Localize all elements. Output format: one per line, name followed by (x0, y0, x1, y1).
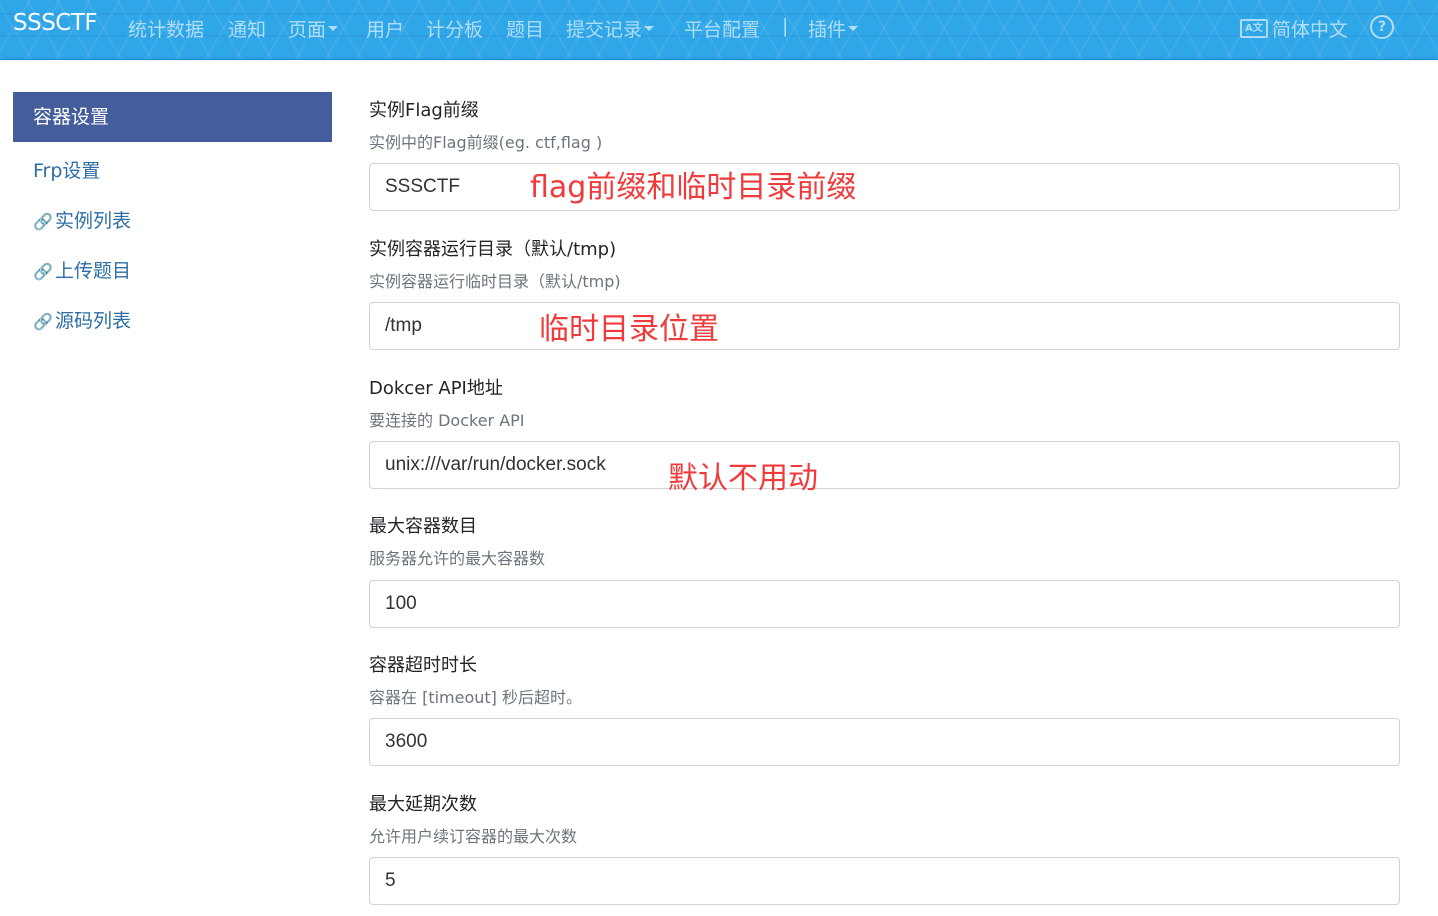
sidebar-item-container-settings[interactable]: 容器设置 (13, 92, 332, 142)
container-dir-label: 实例容器运行目录（默认/tmp) (369, 239, 617, 260)
sidebar-item-label: 实例列表 (55, 210, 132, 232)
sidebar-item-upload-challenge[interactable]: 🔗 上传题目 (33, 256, 131, 283)
link-icon: 🔗 (33, 312, 53, 331)
max-containers-help: 服务器允许的最大容器数 (369, 549, 546, 568)
nav-item-pages-label: 页面 (288, 19, 327, 41)
nav-item-challenges[interactable]: 题目 (506, 15, 544, 42)
docker-api-input[interactable] (369, 441, 1400, 489)
sidebar-item-source-list[interactable]: 🔗 源码列表 (33, 306, 131, 333)
help-circle-icon[interactable]: ? (1370, 15, 1394, 39)
max-renewals-label: 最大延期次数 (369, 794, 477, 815)
chevron-down-icon (644, 26, 655, 31)
flag-prefix-label: 实例Flag前缀 (369, 100, 479, 121)
max-containers-input[interactable] (369, 580, 1400, 628)
sidebar-item-instance-list[interactable]: 🔗 实例列表 (33, 206, 131, 233)
translate-icon: A文 (1240, 19, 1268, 38)
container-timeout-input[interactable] (369, 718, 1400, 766)
container-timeout-label: 容器超时时长 (369, 655, 477, 676)
nav-item-plugins[interactable]: 插件 (808, 15, 859, 42)
nav-item-submissions[interactable]: 提交记录 (566, 15, 655, 42)
chevron-down-icon (328, 26, 339, 31)
nav-divider: | (782, 15, 789, 37)
annotation-flag-prefix: flag前缀和临时目录前缀 (530, 170, 857, 205)
max-renewals-input[interactable] (369, 857, 1400, 905)
language-selector[interactable]: A文 简体中文 (1240, 15, 1348, 42)
link-icon: 🔗 (33, 212, 53, 231)
container-dir-help: 实例容器运行临时目录（默认/tmp) (369, 272, 621, 291)
max-renewals-help: 允许用户续订容器的最大次数 (369, 827, 578, 846)
chevron-down-icon (848, 26, 859, 31)
nav-item-statistics[interactable]: 统计数据 (128, 15, 204, 42)
link-icon: 🔗 (33, 262, 53, 281)
sidebar-item-label: Frp设置 (33, 160, 101, 182)
flag-prefix-input[interactable] (369, 163, 1400, 211)
brand-logo[interactable]: SSSCTF (13, 10, 98, 36)
flag-prefix-help: 实例中的Flag前缀(eg. ctf,flag ) (369, 133, 603, 152)
nav-item-submissions-label: 提交记录 (566, 19, 643, 41)
language-label: 简体中文 (1272, 19, 1349, 41)
docker-api-help: 要连接的 Docker API (369, 411, 525, 430)
container-timeout-help: 容器在 [timeout] 秒后超时。 (369, 688, 583, 707)
nav-item-config[interactable]: 平台配置 (684, 15, 760, 42)
sidebar-item-label: 源码列表 (55, 310, 132, 332)
container-dir-input[interactable] (369, 302, 1400, 350)
docker-api-label: Dokcer API地址 (369, 378, 503, 399)
nav-item-users[interactable]: 用户 (366, 15, 404, 42)
sidebar-item-label: 上传题目 (55, 260, 132, 282)
annotation-docker-default: 默认不用动 (668, 461, 818, 496)
nav-item-pages[interactable]: 页面 (288, 15, 339, 42)
annotation-tmp-dir: 临时目录位置 (539, 312, 719, 347)
nav-item-plugins-label: 插件 (808, 19, 847, 41)
sidebar-item-frp-settings[interactable]: Frp设置 (33, 156, 100, 183)
nav-item-notifications[interactable]: 通知 (228, 15, 266, 42)
top-navbar: SSSCTF 统计数据 通知 页面 用户 计分板 题目 提交记录 平台配置 | … (0, 0, 1438, 60)
nav-item-scoreboard[interactable]: 计分板 (426, 15, 483, 42)
max-containers-label: 最大容器数目 (369, 516, 477, 537)
